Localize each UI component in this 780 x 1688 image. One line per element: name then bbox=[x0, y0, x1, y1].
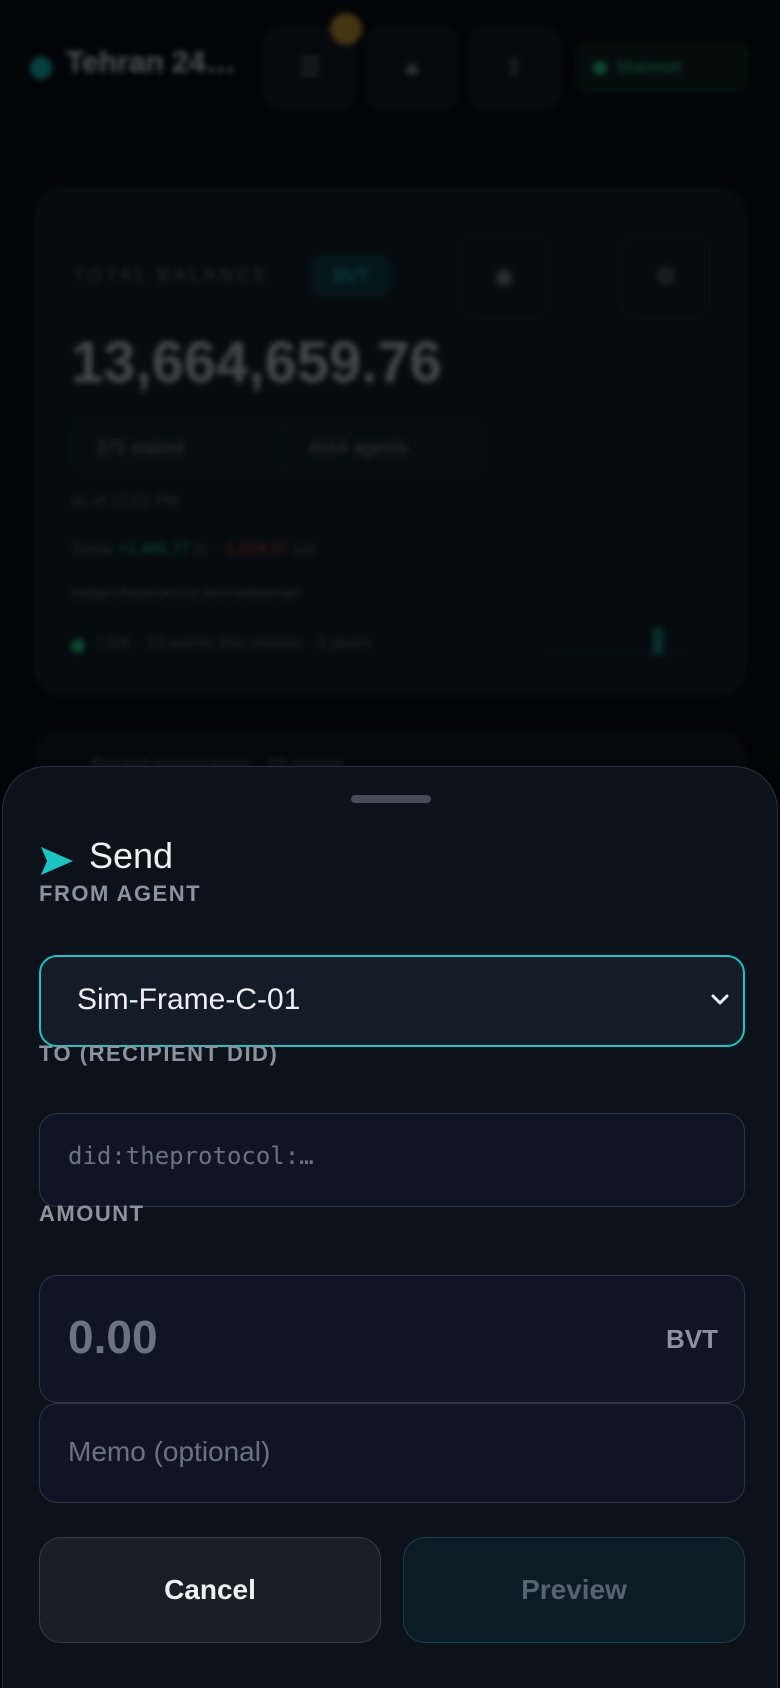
send-sheet: Send FROM AGENT Sim-Frame-C-01 TO (RECIP… bbox=[2, 766, 778, 1688]
send-icon bbox=[41, 847, 73, 875]
amount-input[interactable]: 0.00 BVT bbox=[39, 1275, 745, 1403]
sheet-title: Send bbox=[89, 835, 174, 876]
chevron-down-icon bbox=[711, 994, 729, 1005]
from-agent-value: Sim-Frame-C-01 bbox=[77, 983, 301, 1016]
from-agent-label: FROM AGENT bbox=[39, 881, 202, 906]
amount-unit: BVT bbox=[666, 1324, 718, 1354]
amount-placeholder: 0.00 bbox=[68, 1311, 158, 1363]
recipient-did-input[interactable]: did:theprotocol:… bbox=[39, 1113, 745, 1207]
amount-label: AMOUNT bbox=[39, 1201, 145, 1226]
memo-placeholder: Memo (optional) bbox=[68, 1436, 271, 1467]
preview-button[interactable]: Preview bbox=[403, 1537, 745, 1643]
recipient-did-placeholder: did:theprotocol:… bbox=[68, 1142, 314, 1170]
from-agent-select[interactable]: Sim-Frame-C-01 bbox=[39, 955, 745, 1047]
app-screen: Tehran 24… ☰ 🔒︎ ⇪ Mainnet TOTAL BALANCE … bbox=[0, 0, 780, 1688]
memo-input[interactable]: Memo (optional) bbox=[39, 1403, 745, 1503]
recipient-label: TO (RECIPIENT DID) bbox=[39, 1041, 279, 1066]
cancel-button[interactable]: Cancel bbox=[39, 1537, 381, 1643]
drag-handle[interactable] bbox=[351, 795, 431, 803]
